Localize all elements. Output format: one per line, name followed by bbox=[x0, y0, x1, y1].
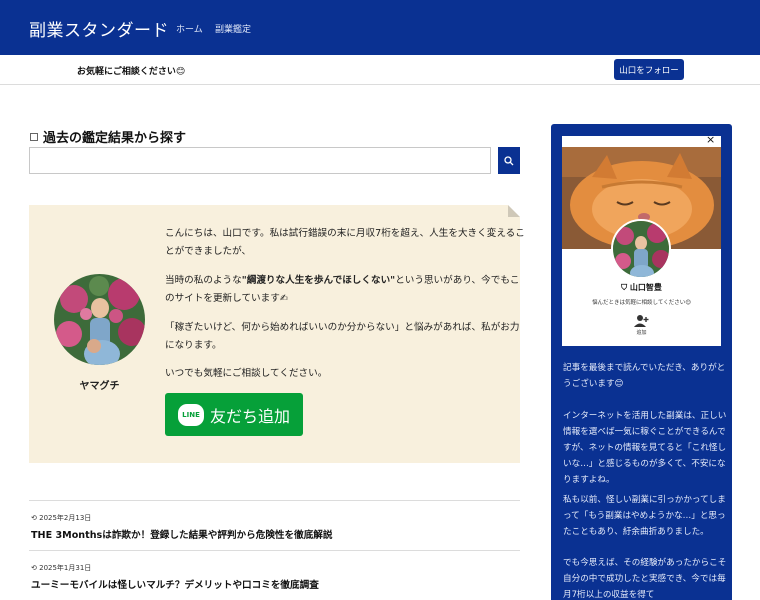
nav-appraisal[interactable]: 副業鑑定 bbox=[215, 22, 251, 35]
sidebar-text-3: 私も以前、怪しい副業に引っかかってしまって「もう副業はやめようかな…」と思ったこ… bbox=[563, 495, 726, 537]
post-date: ⟲ 2025年1月31日 bbox=[31, 564, 92, 572]
search-heading: 過去の鑑定結果から探す bbox=[30, 127, 186, 146]
search-input[interactable] bbox=[29, 147, 491, 174]
nav-home[interactable]: ホーム bbox=[176, 22, 203, 35]
post-date: ⟲ 2025年2月13日 bbox=[31, 514, 92, 522]
shield-icon: ⛉ bbox=[621, 283, 628, 292]
sidebar-text-4: でも今思えば、その経験があったからこそ自分の中で成功したと実感でき、今では毎月7… bbox=[563, 558, 727, 600]
follow-button[interactable]: 山口をフォロー bbox=[614, 59, 684, 80]
intro-paragraph-4: いつでも気軽にご相談してください。 bbox=[165, 368, 328, 379]
intro-paragraph-3: 「稼ぎたいけど、何から始めればいいのか分からない」と悩みがあれば、私がお力になり… bbox=[165, 322, 520, 351]
close-icon[interactable]: × bbox=[706, 133, 715, 146]
refresh-icon: ⟲ bbox=[31, 514, 37, 522]
post-title[interactable]: THE 3Monthsは詐欺か！登録した結果や評判から危険性を徹底解説 bbox=[31, 527, 333, 541]
add-user-icon[interactable] bbox=[634, 313, 650, 327]
widget-message: 悩んだときは気軽に相談してください😊 bbox=[592, 300, 691, 306]
corner-fold bbox=[508, 205, 520, 217]
widget-name: ⛉ 山口智豊 bbox=[621, 283, 662, 292]
intro-paragraph-1: こんにちは、山口です。私は試行錯誤の末に月収7桁を超え、人生を大きく変えることが… bbox=[165, 228, 525, 257]
search-icon bbox=[504, 155, 514, 165]
intro-paragraph-2: 当時の私のような"綱渡りな人生を歩んでほしくない"という思いがあり、今でもこのサ… bbox=[165, 275, 520, 304]
site-title[interactable]: 副業スタンダード bbox=[29, 16, 169, 41]
notice-text: お気軽にご相談ください😊 bbox=[77, 67, 186, 77]
square-icon bbox=[30, 132, 38, 141]
line-add-friend-button[interactable]: LINE 友だち追加 bbox=[165, 393, 303, 436]
post-item[interactable]: ⟲ 2025年2月13日 THE 3Monthsは詐欺か！登録した結果や評判から… bbox=[29, 500, 520, 550]
search-button[interactable] bbox=[498, 147, 520, 174]
widget-avatar bbox=[611, 219, 671, 279]
site-header: 副業スタンダード ホーム 副業鑑定 bbox=[0, 0, 760, 55]
refresh-icon: ⟲ bbox=[31, 564, 37, 572]
sidebar-text-2: インターネットを活用した副業は、正しい情報を選べば一気に稼ぐことができるんですが… bbox=[563, 411, 727, 485]
widget-follow-label: 追加 bbox=[636, 330, 647, 336]
sidebar-text-1: 記事を最後まで読んでいただき、ありがとうございます😊 bbox=[563, 363, 726, 389]
line-button-label: 友だち追加 bbox=[210, 406, 291, 426]
search-heading-label: 過去の鑑定結果から探す bbox=[43, 131, 187, 146]
line-icon: LINE bbox=[178, 403, 204, 426]
author-avatar bbox=[54, 274, 145, 365]
author-name: ヤマグチ bbox=[79, 381, 120, 392]
post-title[interactable]: ユーミーモバイルは怪しいマルチ？デメリットや口コミを徹底調査 bbox=[31, 577, 319, 591]
post-item[interactable]: ⟲ 2025年1月31日 ユーミーモバイルは怪しいマルチ？デメリットや口コミを徹… bbox=[29, 550, 520, 600]
